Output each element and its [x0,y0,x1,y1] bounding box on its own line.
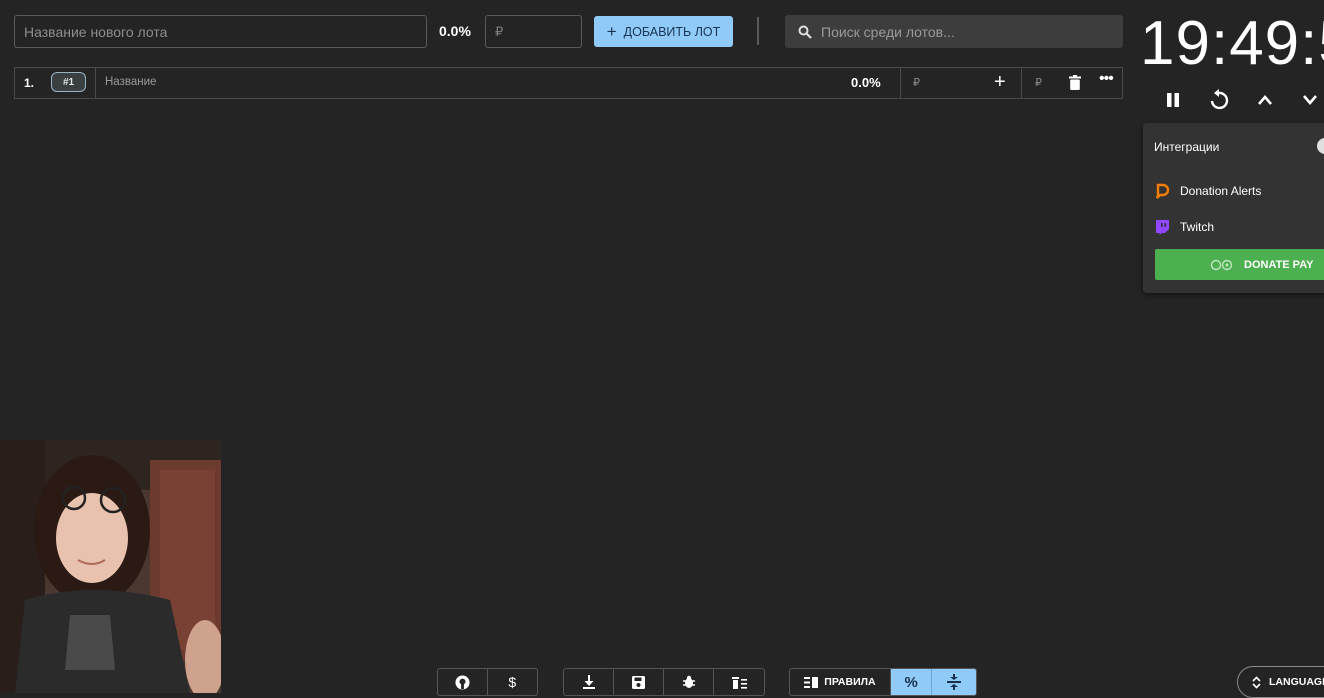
donate-pay-label: DONATE PAY [1244,258,1314,271]
new-lot-name-input[interactable] [14,15,427,48]
compact-view-icon[interactable] [932,669,976,695]
integration-label: Donation Alerts [1180,184,1262,198]
dollar-icon[interactable]: $ [488,669,538,695]
chevron-up-icon[interactable] [1253,88,1277,112]
lot-id-badge[interactable]: #1 [51,72,86,92]
rules-label: ПРАВИЛА [824,676,876,688]
new-lot-percent: 0.0% [439,23,471,39]
save-icon[interactable] [614,669,664,695]
rules-icon [804,676,819,688]
search-icon [798,25,812,39]
integration-label: Twitch [1180,220,1215,234]
percent-toggle[interactable]: % [890,669,933,695]
integration-donation-alerts[interactable]: Donation Alerts [1154,183,1261,199]
new-lot-amount-input[interactable] [485,15,582,48]
integrations-title: Интеграции [1154,140,1220,154]
lot-amount-field[interactable]: ₽ [913,76,920,89]
pause-icon[interactable] [1161,88,1185,112]
cell-divider [95,68,96,98]
lot-percent: 0.0% [851,75,881,90]
timer-display: 19:49:5 [1140,9,1324,78]
search-input[interactable] [819,22,1113,41]
language-button[interactable]: LANGUAGE [1237,666,1324,698]
donate-pay-icon [1210,259,1233,270]
clear-list-icon[interactable] [714,669,764,695]
lot-name-field[interactable]: Название [105,76,156,88]
reset-icon[interactable] [1207,88,1231,112]
more-options-icon[interactable]: ••• [1099,70,1114,88]
links-group: $ [437,668,538,696]
add-lot-button[interactable]: + ДОБАВИТЬ ЛОТ [594,16,733,47]
add-amount-icon[interactable]: + [994,71,1006,94]
donate-pay-button[interactable]: DONATE PAY [1155,249,1324,280]
language-label: LANGUAGE [1269,676,1324,688]
webcam-image [0,440,221,693]
webcam-overlay [0,440,221,693]
delete-icon[interactable] [1069,75,1081,95]
integration-twitch[interactable]: Twitch [1154,219,1214,235]
add-lot-label: ДОБАВИТЬ ЛОТ [623,24,721,39]
plus-icon: + [606,22,617,41]
integrations-panel: Интеграции Donation Alerts Twitch DONATE… [1143,123,1324,293]
cell-divider [1021,68,1022,98]
lot-row: 1. #1 Название 0.0% ₽ + ₽ ••• [14,67,1123,99]
donation-alerts-icon [1155,183,1170,199]
bug-icon[interactable] [664,669,714,695]
unfold-icon [1252,675,1261,689]
github-icon[interactable] [438,669,488,695]
cell-divider [900,68,901,98]
toolbar-divider [757,17,759,45]
integrations-toggle[interactable] [1317,138,1324,154]
search-box[interactable] [785,15,1123,48]
lot-number: 1. [24,76,35,90]
lot-extra-field[interactable]: ₽ [1035,76,1042,89]
data-tools-group [563,668,765,696]
view-options-group: ПРАВИЛА % [789,668,977,696]
download-icon[interactable] [564,669,614,695]
rules-button[interactable]: ПРАВИЛА [790,669,891,695]
twitch-icon [1156,220,1169,235]
chevron-down-icon[interactable] [1298,88,1322,112]
